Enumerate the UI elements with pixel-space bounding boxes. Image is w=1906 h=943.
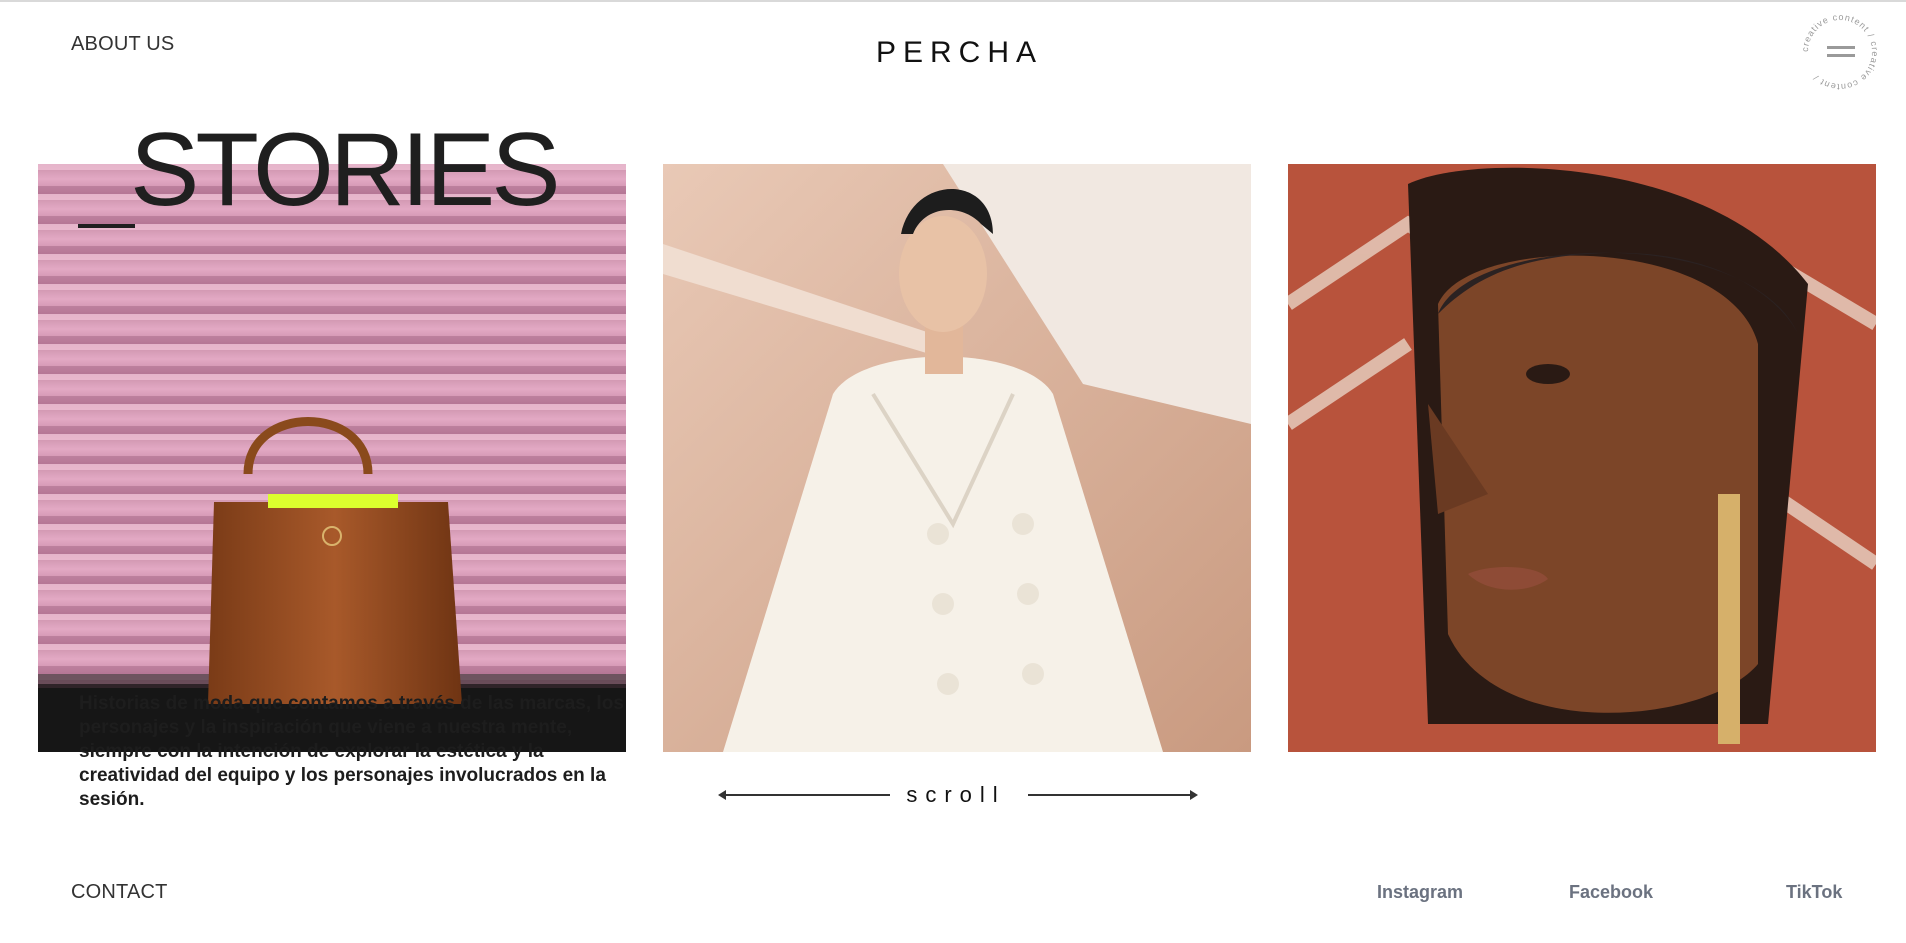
stories-description: Historias de moda que contamos a través … (79, 693, 624, 810)
facebook-link[interactable]: Facebook (1569, 882, 1653, 903)
instagram-link[interactable]: Instagram (1377, 882, 1463, 903)
site-logo[interactable]: PERCHA (876, 36, 1036, 70)
white-coat-model-photo[interactable] (663, 164, 1251, 752)
scroll-label: scroll (906, 782, 1006, 807)
arrow-right-icon (1028, 790, 1198, 800)
page-title: STORIES (130, 112, 561, 228)
handbag-photo[interactable] (38, 164, 626, 752)
arrow-left-icon (718, 790, 890, 800)
title-dash (78, 224, 135, 228)
contact-link[interactable]: CONTACT (71, 881, 168, 904)
tiktok-link[interactable]: TikTok (1786, 882, 1842, 903)
about-us-link[interactable]: ABOUT US (71, 33, 174, 56)
top-divider (0, 0, 1906, 2)
menu-button[interactable]: creative content / creative content / (1802, 12, 1878, 92)
menu-badge-text: creative content / creative content / (1802, 12, 1878, 92)
headscarf-portrait-photo[interactable] (1288, 164, 1876, 752)
hamburger-icon (1827, 46, 1855, 57)
scroll-indicator[interactable]: scroll (718, 780, 1198, 810)
portrait-illustration (1408, 167, 1808, 744)
